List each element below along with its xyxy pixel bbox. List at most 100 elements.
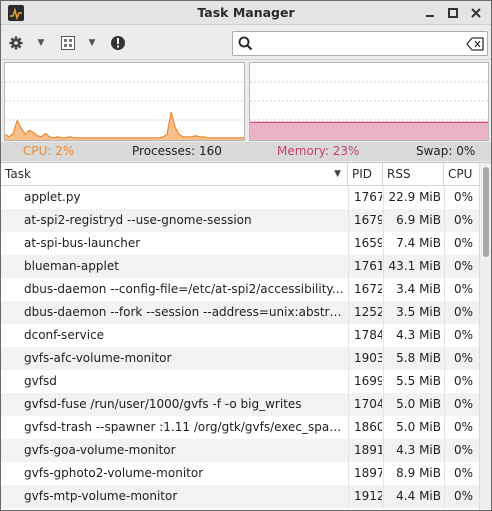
column-header-pid-label: PID [352, 167, 373, 181]
rss-cell: 22.9 MiB [383, 186, 441, 209]
task-name-cell: at-spi-bus-launcher [24, 236, 141, 250]
task-name-cell: gvfsd-trash --spawner :1.11 /org/gtk/gvf… [24, 420, 346, 434]
table-row[interactable]: blueman-applet 1761 43.1 MiB 0% [1, 255, 479, 278]
table-row[interactable]: at-spi2-registryd --use-gnome-session 167… [1, 209, 479, 232]
rss-cell: 8.9 MiB [383, 462, 441, 485]
pid-cell: 1672 [348, 278, 382, 301]
sort-descending-icon: ▼ [334, 169, 341, 179]
rss-cell: 4.3 MiB [383, 324, 441, 347]
column-header-task-label: Task [5, 167, 31, 181]
gear-icon[interactable] [8, 34, 24, 52]
clear-text-icon[interactable] [466, 37, 484, 54]
task-name-cell: gvfs-mtp-volume-monitor [24, 489, 178, 503]
cpu-cell: 0% [444, 209, 477, 232]
task-name-cell: gvfs-goa-volume-monitor [24, 443, 176, 457]
cpu-cell: 0% [444, 439, 477, 462]
pid-cell: 1860 [348, 416, 382, 439]
swap-usage-label: Swap: 0% [416, 144, 476, 158]
table-row[interactable]: gvfs-goa-volume-monitor 1891 4.3 MiB 0% [1, 439, 479, 462]
table-row[interactable]: gvfs-afc-volume-monitor 1903 5.8 MiB 0% [1, 347, 479, 370]
settings-dropdown-chevron-icon[interactable]: ▼ [36, 36, 46, 50]
pid-cell: 1679 [348, 209, 382, 232]
cpu-cell: 0% [444, 232, 477, 255]
table-row[interactable]: gvfsd-trash --spawner :1.11 /org/gtk/gvf… [1, 416, 479, 439]
cpu-graph-line [5, 111, 244, 139]
memory-graph-plot [250, 81, 488, 140]
rss-cell: 5.8 MiB [383, 347, 441, 370]
task-name-cell: gvfsd-fuse /run/user/1000/gvfs -f -o big… [24, 397, 302, 411]
cpu-cell: 0% [444, 278, 477, 301]
memory-graph [249, 62, 489, 141]
rss-cell: 43.1 MiB [383, 255, 441, 278]
graphs-area [1, 61, 491, 143]
cpu-cell: 0% [444, 301, 477, 324]
cpu-graph-area [5, 112, 244, 140]
scrollbar-thumb[interactable] [483, 167, 489, 257]
table-header: Task ▼ PID RSS CPU [1, 163, 479, 186]
cpu-cell: 0% [444, 186, 477, 209]
task-name-cell: dbus-daemon --config-file=/etc/at-spi2/a… [24, 282, 346, 296]
cpu-graph [4, 62, 245, 141]
close-icon[interactable] [467, 4, 485, 22]
title-bar[interactable]: Task Manager [1, 1, 491, 25]
table-row[interactable]: at-spi-bus-launcher 1659 7.4 MiB 0% [1, 232, 479, 255]
rss-cell: 3.5 MiB [383, 301, 441, 324]
view-dropdown-chevron-icon[interactable]: ▼ [87, 36, 97, 50]
minimize-icon[interactable] [421, 4, 439, 22]
window-list-icon[interactable] [60, 34, 76, 52]
cpu-usage-label: CPU: 2% [23, 144, 75, 158]
rss-cell: 4.3 MiB [383, 439, 441, 462]
pid-cell: 1897 [348, 462, 382, 485]
search-icon [238, 36, 253, 54]
task-name-cell: gvfs-gphoto2-volume-monitor [24, 466, 204, 480]
cpu-graph-plot [5, 81, 244, 140]
column-header-pid[interactable]: PID [348, 163, 383, 186]
column-header-rss-label: RSS [387, 167, 411, 181]
window-title: Task Manager [197, 5, 295, 20]
status-bar: CPU: 2% Processes: 160 Memory: 23% Swap:… [1, 142, 491, 161]
table-row[interactable]: applet.py 1767 22.9 MiB 0% [1, 186, 479, 209]
cpu-cell: 0% [444, 416, 477, 439]
table-row[interactable]: gvfsd-fuse /run/user/1000/gvfs -f -o big… [1, 393, 479, 416]
pid-cell: 1659 [348, 232, 382, 255]
cpu-cell: 0% [444, 347, 477, 370]
info-icon[interactable] [110, 34, 126, 52]
cpu-cell: 0% [444, 485, 477, 508]
table-row[interactable]: gvfs-gphoto2-volume-monitor 1897 8.9 MiB 0% [1, 462, 479, 485]
task-name-cell: dconf-service [24, 328, 105, 342]
table-row[interactable]: dbus-daemon --fork --session --address=u… [1, 301, 479, 324]
table-row[interactable]: gvfs-mtp-volume-monitor 1912 4.4 MiB 0% [1, 485, 479, 508]
memory-graph-area [250, 122, 488, 140]
pid-cell: 1252 [348, 301, 382, 324]
rss-cell: 3.4 MiB [383, 278, 441, 301]
pid-cell: 1912 [348, 485, 382, 508]
column-header-cpu[interactable]: CPU [444, 163, 479, 186]
rss-cell: 5.0 MiB [383, 416, 441, 439]
rss-cell: 5.0 MiB [383, 393, 441, 416]
search-input[interactable] [257, 35, 457, 52]
cpu-cell: 0% [444, 255, 477, 278]
table-row[interactable]: dconf-service 1784 4.3 MiB 0% [1, 324, 479, 347]
table-row[interactable]: dbus-daemon --config-file=/etc/at-spi2/a… [1, 278, 479, 301]
rss-cell: 4.4 MiB [383, 485, 441, 508]
column-header-rss[interactable]: RSS [383, 163, 444, 186]
cpu-cell: 0% [444, 462, 477, 485]
memory-usage-label: Memory: 23% [277, 144, 360, 158]
task-name-cell: gvfsd [24, 374, 57, 388]
column-header-task[interactable]: Task ▼ [1, 163, 348, 186]
task-name-cell: at-spi2-registryd --use-gnome-session [24, 213, 252, 227]
task-name-cell: dbus-daemon --fork --session --address=u… [24, 305, 346, 319]
maximize-icon[interactable] [444, 4, 462, 22]
rss-cell: 5.5 MiB [383, 370, 441, 393]
cpu-cell: 0% [444, 370, 477, 393]
rss-cell: 7.4 MiB [383, 232, 441, 255]
column-header-cpu-label: CPU [448, 167, 473, 181]
table-row[interactable]: gvfsd 1699 5.5 MiB 0% [1, 370, 479, 393]
pid-cell: 1761 [348, 255, 382, 278]
cpu-cell: 0% [444, 324, 477, 347]
vertical-scrollbar[interactable] [479, 163, 491, 510]
search-box[interactable] [232, 31, 488, 56]
task-name-cell: blueman-applet [24, 259, 119, 273]
process-table: Task ▼ PID RSS CPU applet.py 1767 22.9 MiB… [1, 162, 491, 510]
process-count-label: Processes: 160 [132, 144, 222, 158]
